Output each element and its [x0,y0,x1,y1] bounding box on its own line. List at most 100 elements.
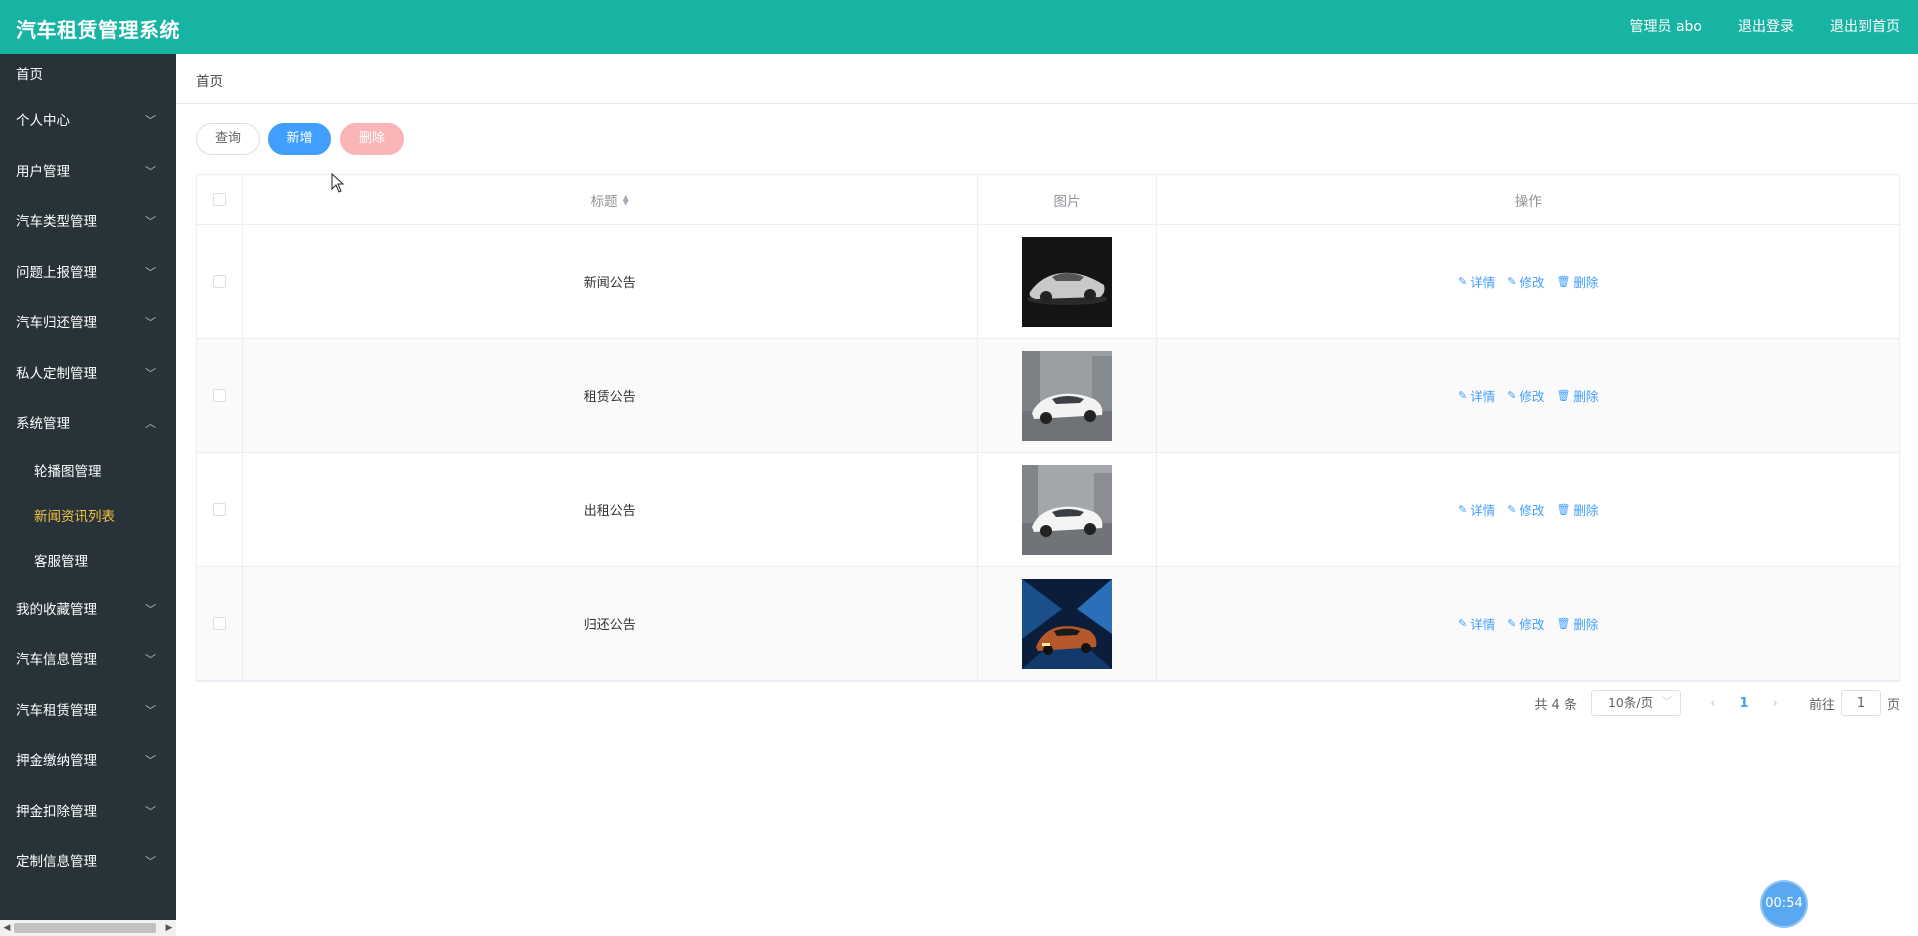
table-row: 出租公告 ✎ 详情 ✎ 修改 🗑 删除 [197,453,1900,567]
sidebar-item-custom-info-management[interactable]: 定制信息管理 ﹀ [0,837,176,888]
edit-icon: ✎ [1457,617,1468,630]
sidebar-item-user-management[interactable]: 用户管理 ﹀ [0,147,176,198]
delete-label: 删除 [1573,275,1599,290]
edit-icon: ✎ [1507,389,1517,402]
sidebar: 首页 个人中心 ﹀ 用户管理 ﹀ 汽车类型管理 ﹀ 问题上报管理 ﹀ 汽车归还管理 ﹀ 私… [0,54,176,936]
table-row: 租赁公告 ✎ 详情 ✎ 修改 🗑 删除 [197,339,1900,453]
sidebar-item-personal-center[interactable]: 个人中心 ﹀ [0,96,176,147]
car-white-sedan-image[interactable] [1021,350,1112,441]
top-header: 汽车租赁管理系统 管理员 abo 退出登录 退出到首页 [0,0,1918,54]
header-links: 管理员 abo 退出登录 退出到首页 [1630,16,1900,36]
trash-icon: 🗑 [1556,617,1571,630]
chevron-down-icon: ﹀ [145,114,156,127]
detail-label: 详情 [1470,389,1496,404]
column-header-image: 图片 [1053,193,1081,210]
sidebar-item-label: 用户管理 [16,163,70,180]
sidebar-item-deposit-payment-management[interactable]: 押金缴纳管理 ﹀ [0,736,176,787]
row-checkbox[interactable] [212,503,226,516]
next-page-icon[interactable]: › [1761,696,1789,711]
exit-to-home-link[interactable]: 退出到首页 [1830,16,1900,36]
sidebar-item-label: 个人中心 [16,113,70,129]
edit-label: 修改 [1519,617,1545,632]
sidebar-item-label: 我的收藏管理 [16,601,97,618]
sidebar-item-deposit-deduction-management[interactable]: 押金扣除管理 ﹀ [0,787,176,838]
logout-link[interactable]: 退出登录 [1738,16,1794,36]
page-size-select[interactable]: 10条/页 ﹀ [1590,690,1681,716]
sidebar-item-custom-order-management[interactable]: 私人定制管理 ﹀ [0,349,176,400]
detail-action[interactable]: ✎ 详情 [1458,500,1495,519]
sidebar-subitem-carousel-management[interactable]: 轮播图管理 [0,450,176,495]
table-row: 新闻公告 ✎ 详情 ✎ 修改 🗑 删除 [197,225,1900,339]
scroll-left-arrow-icon[interactable]: ◀ [0,920,14,936]
row-checkbox[interactable] [212,389,226,402]
sidebar-subitem-news-list[interactable]: 新闻资讯列表 [0,495,176,540]
chevron-down-icon: ﹀ [145,653,156,666]
sidebar-item-label: 押金扣除管理 [16,803,97,820]
page-size-value: 10条/页 [1607,695,1654,710]
detail-label: 详情 [1470,503,1496,518]
edit-action[interactable]: ✎ 修改 [1507,386,1544,405]
sidebar-item-system-management[interactable]: 系统管理 ︿ [0,399,176,450]
scrollbar-thumb[interactable] [14,923,156,933]
sidebar-item-label: 押金缴纳管理 [16,753,97,769]
query-button[interactable]: 查询 [196,123,260,155]
car-silver-concept-image[interactable] [1021,236,1112,327]
sidebar-item-car-return-management[interactable]: 汽车归还管理 ﹀ [0,298,176,349]
trash-icon: 🗑 [1556,503,1571,516]
sidebar-item-car-type-management[interactable]: 汽车类型管理 ﹀ [0,197,176,248]
pagination: 共 4 条 10条/页 ﹀ ‹ 1 › 前往 页 [1534,690,1900,716]
table-row: 归还公告 ✎ 详情 ✎ 修改 🗑 删除 [197,567,1900,681]
edit-action[interactable]: ✎ 修改 [1507,614,1544,633]
sidebar-item-favorites-management[interactable]: 我的收藏管理 ﹀ [0,585,176,636]
delete-label: 删除 [1573,617,1599,632]
sort-icon[interactable]: ▲ ▼ [623,193,629,206]
select-all-checkbox[interactable] [212,193,226,206]
delete-label: 删除 [1573,503,1599,518]
row-checkbox[interactable] [212,617,226,630]
header-title-cell[interactable]: 标题 ▲ ▼ [243,175,978,224]
car-white-sedan-image[interactable] [1021,464,1112,555]
delete-action[interactable]: 🗑 删除 [1556,272,1598,291]
chevron-down-icon: ﹀ [145,855,156,868]
row-checkbox[interactable] [212,275,226,288]
timer-badge[interactable]: 00:54 [1762,882,1806,926]
breadcrumb-bar: 首页 [176,54,1918,104]
detail-action[interactable]: ✎ 详情 [1458,614,1495,633]
sidebar-item-car-info-management[interactable]: 汽车信息管理 ﹀ [0,635,176,686]
trash-icon: 🗑 [1556,389,1571,402]
column-header-actions: 操作 [1514,193,1542,210]
row-title: 归还公告 [583,618,636,633]
delete-action[interactable]: 🗑 删除 [1556,614,1598,633]
column-header-title: 标题 [590,193,618,210]
sidebar-item-home[interactable]: 首页 [0,54,176,96]
row-image-cell [978,567,1158,680]
chevron-down-icon: ﹀ [145,164,156,178]
car-orange-night-image[interactable] [1021,578,1112,669]
edit-icon: ✎ [1507,503,1517,516]
goto-page-input[interactable] [1840,690,1881,716]
sidebar-item-label: 问题上报管理 [16,264,97,281]
sidebar-item-issue-report-management[interactable]: 问题上报管理 ﹀ [0,248,176,299]
prev-page-icon[interactable]: ‹ [1699,696,1727,711]
news-table: 标题 ▲ ▼ 图片 操作 新闻公告 ✎ 详情 ✎ 修改 🗑 删除 租赁公告 ✎ … [196,174,1900,682]
sidebar-item-car-rental-management[interactable]: 汽车租赁管理 ﹀ [0,686,176,737]
sidebar-subitem-customer-service[interactable]: 客服管理 [0,540,176,585]
row-title-cell: 新闻公告 [243,225,978,338]
total-count: 共 4 条 [1534,697,1577,713]
edit-action[interactable]: ✎ 修改 [1507,500,1544,519]
detail-action[interactable]: ✎ 详情 [1458,386,1495,405]
delete-action[interactable]: 🗑 删除 [1556,500,1598,519]
add-button[interactable]: 新增 [268,123,331,155]
current-user-label[interactable]: 管理员 abo [1630,16,1702,36]
edit-action[interactable]: ✎ 修改 [1507,272,1544,291]
sidebar-horizontal-scrollbar[interactable]: ◀ ▶ [0,920,176,936]
batch-delete-button[interactable]: 删除 [340,123,404,155]
goto-page: 前往 页 [1809,690,1900,716]
detail-action[interactable]: ✎ 详情 [1458,272,1495,291]
breadcrumb[interactable]: 首页 [196,70,223,90]
edit-icon: ✎ [1457,503,1468,516]
scroll-right-arrow-icon[interactable]: ▶ [162,920,176,936]
page-number-current[interactable]: 1 [1727,696,1761,711]
delete-action[interactable]: 🗑 删除 [1556,386,1598,405]
row-select-cell [197,339,243,452]
